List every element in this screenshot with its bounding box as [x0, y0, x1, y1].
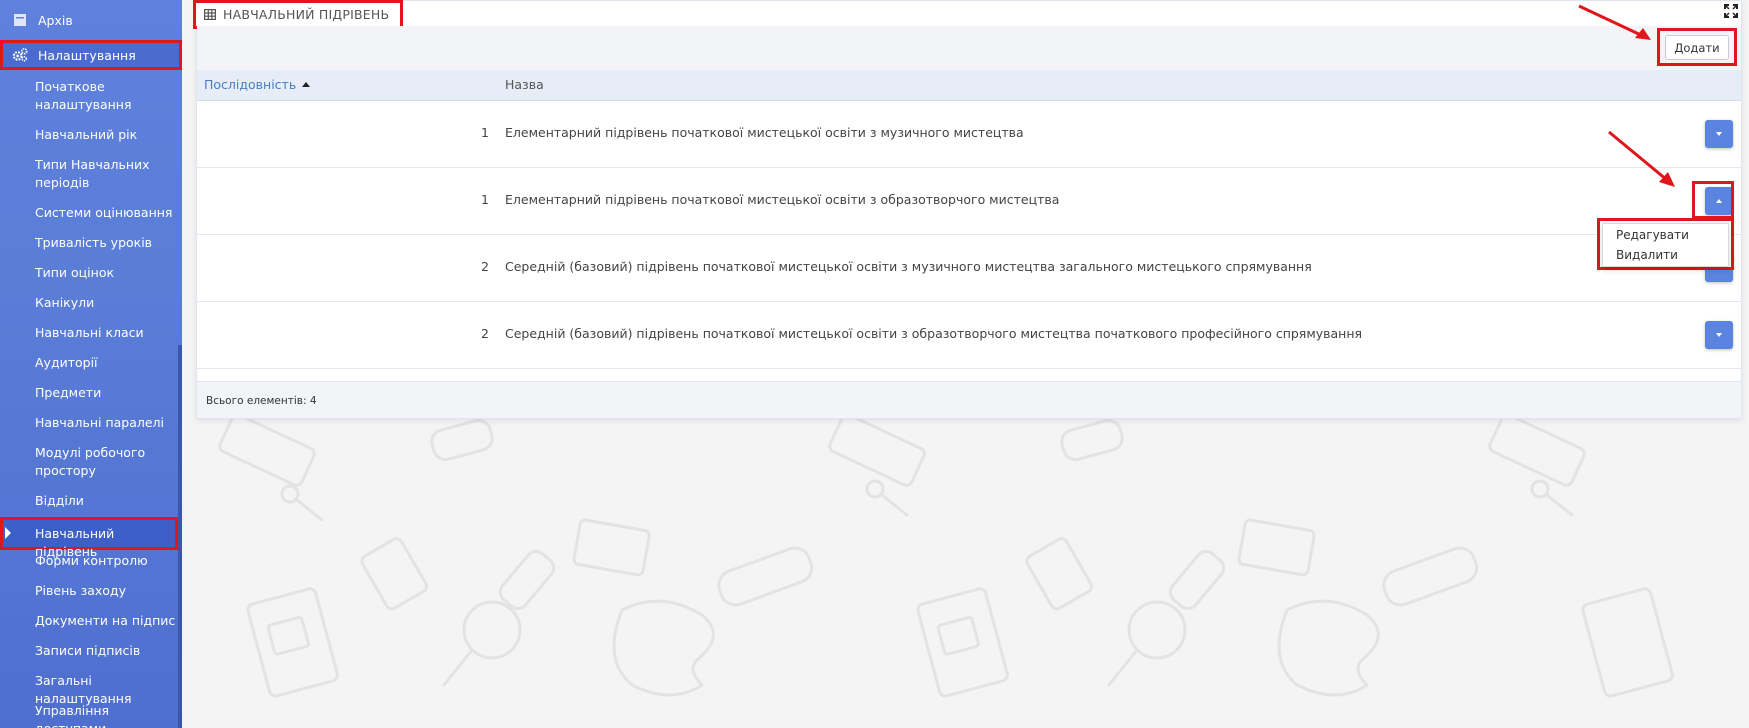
- sidebar: Архів Налаштування Початкове налаштуванн…: [0, 0, 182, 728]
- sidebar-item-label: Навчальний підрівень: [35, 526, 115, 559]
- total-count: Всього елементів: 4: [206, 395, 317, 407]
- table-footer: Всього елементів: 4: [197, 381, 1741, 418]
- sidebar-item-event-level[interactable]: Рівень заходу: [35, 582, 177, 600]
- row-sequence: 1: [481, 192, 489, 207]
- sidebar-item-education-sublevel[interactable]: Навчальний підрівень: [0, 517, 178, 559]
- column-header-label: Послідовність: [204, 77, 297, 92]
- annotation-arrow-actions: [1608, 130, 1675, 187]
- row-sequence: 2: [481, 326, 489, 341]
- panel-title-text: НАВЧАЛЬНИЙ ПІДРІВЕНЬ: [223, 7, 390, 22]
- actions-button-highlight: [1692, 181, 1734, 219]
- sidebar-scrollbar[interactable]: [178, 345, 182, 728]
- row-actions-dropdown-highlight: Редагувати Видалити: [1597, 218, 1734, 270]
- archive-icon: [12, 12, 28, 28]
- add-button[interactable]: Додати: [1665, 35, 1729, 60]
- sidebar-item-workspace-modules[interactable]: Модулі робочого простору: [35, 444, 177, 480]
- sidebar-item-label: Архів: [38, 12, 73, 28]
- gears-icon: [12, 47, 28, 63]
- row-sequence: 1: [481, 125, 489, 140]
- sort-asc-icon: [302, 82, 311, 87]
- sidebar-item-settings[interactable]: Налаштування: [0, 40, 182, 70]
- column-header-sequence[interactable]: Послідовність: [204, 77, 311, 92]
- sidebar-item-subjects[interactable]: Предмети: [35, 384, 177, 402]
- table-row: 1 Елементарний підрівень початкової мист…: [197, 101, 1741, 168]
- sidebar-item-label: Налаштування: [38, 47, 136, 63]
- row-actions-dropdown: Редагувати Видалити: [1602, 223, 1729, 267]
- annotation-arrow-add: [1578, 4, 1651, 40]
- row-actions-button[interactable]: [1705, 120, 1733, 148]
- caret-down-icon: [1716, 132, 1722, 136]
- sidebar-item-grading-systems[interactable]: Системи оцінювання: [35, 204, 177, 222]
- table-icon: [204, 9, 216, 20]
- row-name: Елементарний підрівень початкової мистец…: [505, 125, 1024, 140]
- sidebar-item-parallels[interactable]: Навчальні паралелі: [35, 414, 177, 432]
- row-sequence: 2: [481, 259, 489, 274]
- row-actions-button[interactable]: [1705, 321, 1733, 349]
- sidebar-item-period-types[interactable]: Типи Навчальних періодів: [35, 156, 177, 192]
- active-marker-icon: [5, 527, 11, 539]
- sidebar-item-grade-types[interactable]: Типи оцінок: [35, 264, 177, 282]
- table-row: 2 Середній (базовий) підрівень початково…: [197, 302, 1741, 369]
- fullscreen-icon[interactable]: [1724, 4, 1738, 21]
- sidebar-item-lesson-duration[interactable]: Тривалість уроків: [35, 234, 177, 252]
- table-row: 1 Елементарний підрівень початкової мист…: [197, 168, 1741, 235]
- add-button-highlight: Додати: [1657, 28, 1737, 66]
- sidebar-item-signature-records[interactable]: Записи підписів: [35, 642, 177, 660]
- sidebar-item-holidays[interactable]: Канікули: [35, 294, 177, 312]
- sidebar-item-initial-setup[interactable]: Початкове налаштування: [35, 78, 177, 114]
- sidebar-item-archive[interactable]: Архів: [0, 8, 182, 32]
- sidebar-item-academic-year[interactable]: Навчальний рік: [35, 126, 177, 144]
- row-name: Середній (базовий) підрівень початкової …: [505, 259, 1312, 274]
- menu-item-delete[interactable]: Видалити: [1616, 248, 1678, 262]
- caret-down-icon: [1716, 333, 1722, 337]
- sidebar-item-access-management[interactable]: Управління доступами: [35, 702, 177, 728]
- panel-toolbar: [197, 26, 1741, 70]
- table-header: Послідовність Назва: [197, 70, 1741, 101]
- table-row: 2 Середній (базовий) підрівень початково…: [197, 235, 1741, 302]
- sidebar-item-auditoriums[interactable]: Аудиторії: [35, 354, 177, 372]
- column-header-name[interactable]: Назва: [505, 77, 544, 92]
- menu-item-edit[interactable]: Редагувати: [1616, 228, 1689, 242]
- panel-title: НАВЧАЛЬНИЙ ПІДРІВЕНЬ: [193, 0, 403, 29]
- sidebar-item-departments[interactable]: Відділи: [35, 492, 177, 510]
- sidebar-item-classes[interactable]: Навчальні класи: [35, 324, 177, 342]
- row-name: Елементарний підрівень початкової мистец…: [505, 192, 1060, 207]
- row-name: Середній (базовий) підрівень початкової …: [505, 326, 1363, 341]
- sidebar-item-documents-to-sign[interactable]: Документи на підпис: [35, 612, 177, 630]
